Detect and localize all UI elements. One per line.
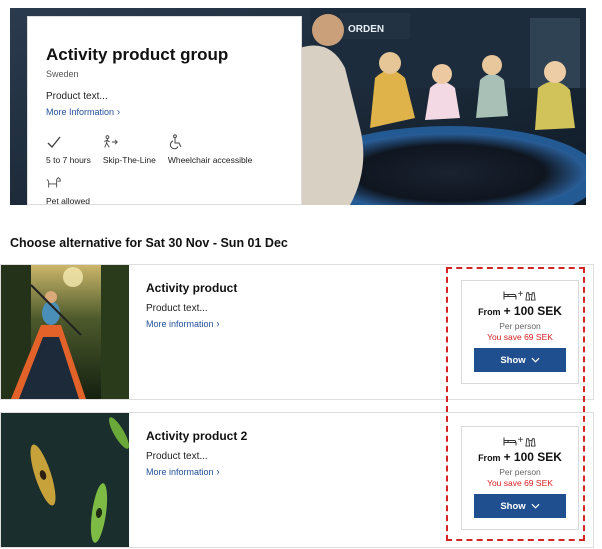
- plus-sign: +: [517, 435, 524, 446]
- page-title: Activity product group: [46, 45, 229, 64]
- feature-skip-the-line: Skip-The-Line: [103, 134, 156, 165]
- alternatives-heading: Choose alternative for Sat 30 Nov - Sun …: [10, 236, 288, 250]
- product-info: Activity product Product text... More in…: [146, 281, 237, 332]
- wheelchair-icon: [169, 134, 182, 150]
- price-box: + From + 100 SEK Per person You save 69 …: [461, 426, 579, 530]
- country-label: Sweden: [46, 69, 79, 79]
- exhibit-sign-text: ORDEN: [348, 24, 384, 35]
- more-information-label: More Information: [46, 107, 115, 117]
- chevron-right-icon: ›: [216, 466, 220, 478]
- product-title: Activity product 2: [146, 429, 248, 443]
- price-box: + From + 100 SEK Per person You save 69 …: [461, 280, 579, 384]
- show-button-label: Show: [500, 500, 526, 512]
- feature-label: Skip-The-Line: [102, 155, 156, 165]
- product-group-card: Activity product group Sweden Product te…: [27, 16, 302, 205]
- feature-wheelchair: Wheelchair accessible: [167, 134, 253, 165]
- binoculars-icon: [525, 437, 537, 447]
- product-info: Activity product 2 Product text... More …: [146, 429, 247, 480]
- product-row: Activity product 2 Product text... More …: [0, 412, 594, 548]
- per-person-label: Per person: [499, 467, 541, 477]
- more-information-label: More information: [146, 467, 214, 477]
- per-person-label: Per person: [499, 321, 541, 331]
- more-information-link[interactable]: More information ›: [146, 466, 220, 478]
- check-icon: [47, 136, 61, 149]
- feature-label: 5 to 7 hours: [46, 155, 91, 165]
- kayak-river-photo: [1, 265, 129, 399]
- hero-banner: ORDEN Activity product group Sweden Prod…: [10, 8, 586, 205]
- chevron-right-icon: ›: [216, 318, 220, 330]
- more-information-label: More information: [146, 319, 214, 329]
- feature-label: Pet allowed: [46, 196, 90, 205]
- product-description: Product text...: [146, 451, 208, 462]
- from-label: From: [478, 307, 501, 317]
- price-value: + 100 SEK: [503, 304, 562, 318]
- feature-list-secondary: Pet allowed: [46, 175, 285, 205]
- savings-label: You save 69 SEK: [487, 332, 553, 342]
- product-description: Product text...: [146, 303, 208, 314]
- show-button[interactable]: Show: [474, 494, 566, 518]
- bed-icon: [503, 437, 517, 445]
- more-information-link[interactable]: More information ›: [146, 318, 220, 330]
- product-description: Product text...: [46, 91, 108, 102]
- price-line: From + 100 SEK: [478, 304, 562, 318]
- bundle-icons: +: [503, 435, 538, 447]
- binoculars-icon: [525, 291, 537, 301]
- plus-sign: +: [517, 289, 524, 300]
- feature-list: 5 to 7 hours Skip-The-Line Wheelchair ac…: [46, 134, 285, 165]
- chevron-down-icon: [531, 503, 540, 509]
- price-line: From + 100 SEK: [478, 450, 562, 464]
- from-label: From: [478, 453, 501, 463]
- product-title: Activity product: [146, 281, 238, 295]
- kayaks-aerial-photo: [1, 413, 129, 547]
- more-information-link[interactable]: More Information ›: [46, 106, 121, 118]
- show-button-label: Show: [500, 354, 526, 366]
- dog-icon: [46, 177, 61, 188]
- bundle-icons: +: [503, 289, 538, 301]
- chevron-down-icon: [531, 357, 540, 363]
- price-value: + 100 SEK: [503, 450, 562, 464]
- chevron-right-icon: ›: [117, 106, 121, 118]
- bed-icon: [503, 291, 517, 299]
- skip-the-line-icon: [104, 135, 118, 148]
- feature-pets: Pet allowed: [46, 175, 90, 205]
- savings-label: You save 69 SEK: [487, 478, 553, 488]
- product-row: Activity product Product text... More in…: [0, 264, 594, 400]
- feature-duration: 5 to 7 hours: [46, 134, 91, 165]
- show-button[interactable]: Show: [474, 348, 566, 372]
- feature-label: Wheelchair accessible: [167, 155, 253, 165]
